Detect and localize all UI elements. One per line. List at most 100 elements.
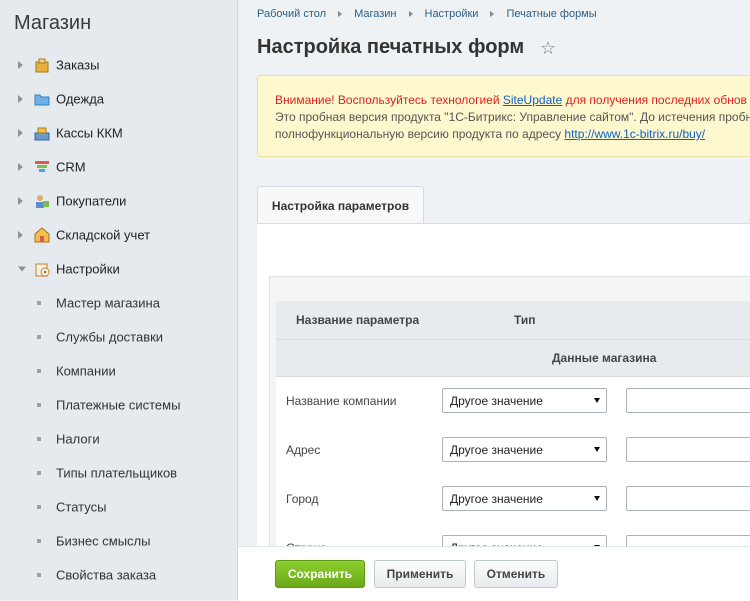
cash-register-icon [34, 127, 50, 141]
settings-icon [35, 263, 50, 277]
sidebar-subitem-label: Мастер магазина [56, 295, 160, 311]
folder-icon [34, 94, 50, 106]
breadcrumb-separator-icon [338, 11, 343, 18]
sidebar-item-orders[interactable]: Заказы [0, 48, 237, 82]
breadcrumb-item[interactable]: Печатные формы [506, 8, 596, 20]
dropdown-arrow-icon [594, 398, 600, 403]
table-row: Город Другое значение [276, 475, 750, 525]
expand-arrow-icon[interactable] [18, 61, 23, 69]
expand-arrow-icon[interactable] [18, 163, 23, 171]
bullet-icon [37, 369, 41, 373]
table-row: Адрес Другое значение [276, 426, 750, 476]
breadcrumb-separator-icon [490, 11, 495, 18]
orders-icon [35, 58, 49, 73]
sidebar-subitem-business-meanings[interactable]: Бизнес смыслы [0, 524, 237, 558]
sidebar-subitem-payment-systems[interactable]: Платежные системы [0, 388, 237, 422]
sidebar-subitem-label: Налоги [56, 431, 100, 447]
sidebar-subitem-store-wizard[interactable]: Мастер магазина [0, 286, 237, 320]
cancel-button[interactable]: Отменить [474, 560, 558, 588]
notice-line-1: Внимание! Воспользуйтесь технологией Sit… [275, 93, 747, 107]
sidebar-subitem-label: Свойства заказа [56, 567, 157, 583]
sidebar-item-label: Настройки [56, 261, 120, 277]
crm-funnel-icon [35, 161, 49, 172]
buy-link[interactable]: http://www.1c-bitrix.ru/buy/ [564, 127, 705, 141]
sidebar-subitem-payer-types[interactable]: Типы плательщиков [0, 456, 237, 490]
param-value-input[interactable] [626, 437, 750, 462]
param-name: Город [286, 492, 319, 506]
param-type-select[interactable]: Другое значение [442, 437, 607, 462]
sidebar-subitem-delivery-services[interactable]: Службы доставки [0, 320, 237, 354]
expand-arrow-icon[interactable] [18, 129, 23, 137]
notice-text: Внимание! Воспользуйтесь технологией [275, 93, 503, 107]
notice-line-2: Это пробная версия продукта "1С-Битрикс:… [275, 110, 750, 124]
bullet-icon [37, 335, 41, 339]
dropdown-arrow-icon [594, 496, 600, 501]
warehouse-icon [34, 227, 50, 243]
column-header-type: Тип [514, 313, 536, 327]
trial-notice: Внимание! Воспользуйтесь технологией Sit… [257, 75, 750, 157]
expand-arrow-icon[interactable] [18, 197, 23, 205]
notice-text: полнофункциональную версию продукта по а… [275, 127, 565, 141]
notice-line-3: полнофункциональную версию продукта по а… [275, 127, 705, 141]
sidebar-item-clothes[interactable]: Одежда [0, 82, 237, 116]
sidebar-item-crm[interactable]: CRM [0, 150, 237, 184]
sidebar-subitem-label: Платежные системы [56, 397, 181, 413]
bullet-icon [37, 403, 41, 407]
apply-button[interactable]: Применить [374, 560, 466, 588]
param-name: Адрес [286, 443, 321, 457]
sidebar-item-cash-registers[interactable]: Кассы ККМ [0, 116, 237, 150]
bullet-icon [37, 437, 41, 441]
parameters-table-container: Название параметра Тип Данные магазина Н… [269, 276, 750, 576]
expand-arrow-icon[interactable] [18, 95, 23, 103]
sidebar-item-customers[interactable]: Покупатели [0, 184, 237, 218]
favorite-star-icon[interactable]: ☆ [540, 38, 556, 59]
bullet-icon [37, 539, 41, 543]
sidebar-item-label: Складской учет [56, 227, 151, 243]
tab-parameters-settings[interactable]: Настройка параметров [257, 186, 424, 224]
sidebar-item-label: Одежда [56, 91, 105, 107]
bullet-icon [37, 301, 41, 305]
sidebar-subitem-companies[interactable]: Компании [0, 354, 237, 388]
sidebar-subitem-label: Типы плательщиков [56, 465, 178, 481]
sidebar-subitem-label: Бизнес смыслы [56, 533, 151, 549]
group-title: Данные магазина [552, 351, 657, 365]
sidebar-subitem-label: Компании [56, 363, 116, 379]
breadcrumb: Рабочий стол Магазин Настройки Печатные фор… [257, 8, 597, 20]
sidebar-item-warehouse[interactable]: Складской учет [0, 218, 237, 252]
collapse-arrow-icon[interactable] [18, 266, 26, 272]
siteupdate-link[interactable]: SiteUpdate [503, 93, 562, 107]
expand-arrow-icon[interactable] [18, 231, 23, 239]
sidebar: Магазин Заказы Одежда Кассы ККМ CRM Поку… [0, 0, 238, 600]
sidebar-item-label: Кассы ККМ [56, 125, 123, 141]
sidebar-item-label: CRM [56, 159, 86, 175]
param-type-select[interactable]: Другое значение [442, 486, 607, 511]
sidebar-subitem-label: Статусы [56, 499, 107, 515]
breadcrumb-separator-icon [408, 11, 413, 18]
page-title: Настройка печатных форм [257, 36, 525, 58]
breadcrumb-item[interactable]: Магазин [354, 8, 396, 20]
breadcrumb-item[interactable]: Настройки [425, 8, 479, 20]
sidebar-item-label: Покупатели [56, 193, 127, 209]
sidebar-subitem-label: Службы доставки [56, 329, 164, 345]
param-value-input[interactable] [626, 388, 750, 413]
table-group-header: Данные магазина [276, 340, 750, 377]
param-value-input[interactable] [626, 486, 750, 511]
select-value: Другое значение [450, 492, 543, 506]
sidebar-subitem-statuses[interactable]: Статусы [0, 490, 237, 524]
sidebar-item-settings[interactable]: Настройки [0, 252, 237, 286]
bullet-icon [37, 471, 41, 475]
customers-icon [36, 195, 49, 208]
form-footer: Сохранить Применить Отменить [238, 546, 750, 601]
tab-panel: Название параметра Тип Данные магазина Н… [257, 223, 750, 576]
sidebar-subitem-taxes[interactable]: Налоги [0, 422, 237, 456]
save-button[interactable]: Сохранить [275, 560, 365, 588]
table-row: Название компании Другое значение [276, 377, 750, 427]
param-type-select[interactable]: Другое значение [442, 388, 607, 413]
dropdown-arrow-icon [594, 447, 600, 452]
sidebar-item-label: Заказы [56, 57, 100, 73]
column-header-name: Название параметра [296, 313, 420, 327]
breadcrumb-item[interactable]: Рабочий стол [257, 8, 326, 20]
sidebar-subitem-order-properties[interactable]: Свойства заказа [0, 558, 237, 592]
select-value: Другое значение [450, 394, 543, 408]
param-name: Название компании [286, 394, 397, 408]
